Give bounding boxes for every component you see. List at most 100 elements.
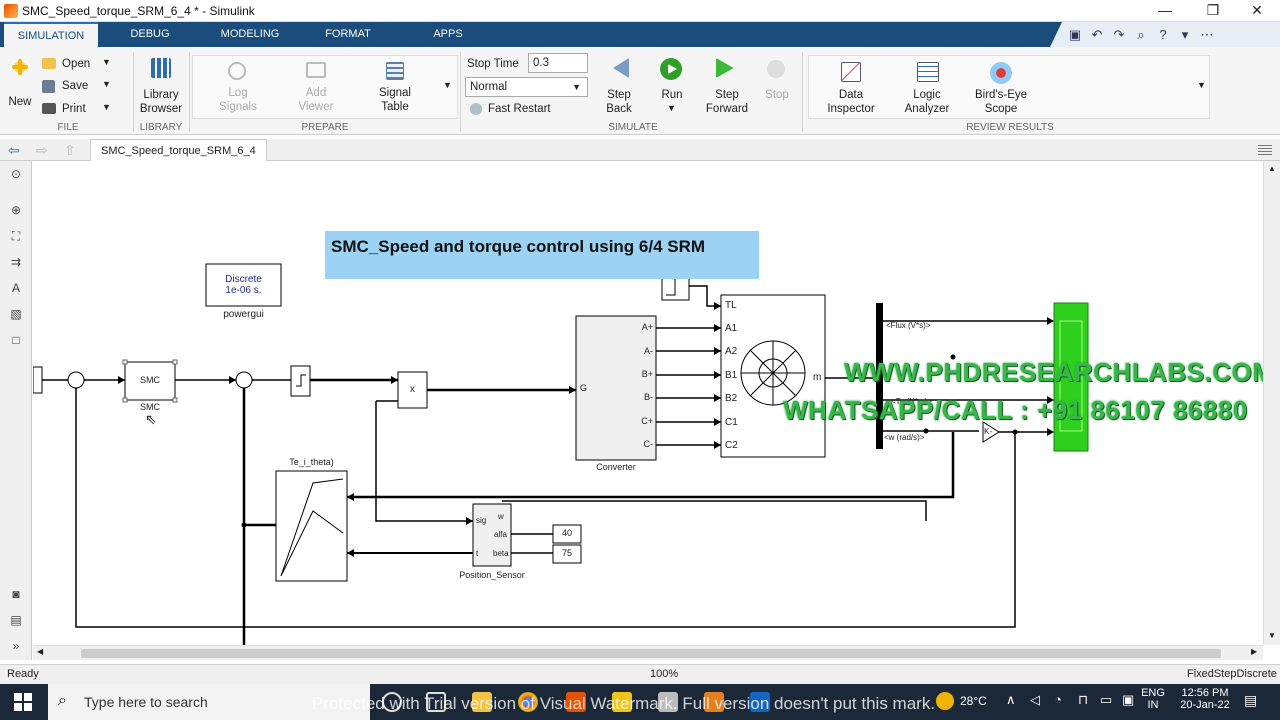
folder-icon	[42, 58, 56, 69]
simulation-mode-select[interactable]: Normal ▼	[465, 77, 588, 97]
minimize-button[interactable]: —	[1142, 0, 1188, 22]
log-signals-icon	[228, 62, 246, 80]
model-tab[interactable]: SMC_Speed_torque_SRM_6_4	[90, 139, 267, 161]
temperature: 28°C	[960, 694, 987, 708]
tab-apps[interactable]: APPS	[420, 22, 476, 47]
log-signals-button[interactable]: Log Signals	[213, 60, 263, 116]
horizontal-scroll-thumb[interactable]	[81, 649, 1221, 658]
open-button[interactable]: Open ▼	[40, 55, 115, 73]
new-button[interactable]: New	[6, 55, 34, 115]
model-canvas[interactable]: SMC_Speed and torque control using 6/4 S…	[33, 161, 1263, 645]
bus-label-flux: <Flux (V*s)>	[886, 321, 931, 330]
library-browser-button[interactable]: Library Browser	[140, 55, 182, 117]
group-label-prepare: PREPARE	[301, 122, 349, 133]
scroll-down-icon: ▼	[1268, 631, 1276, 640]
redo-icon[interactable]: ↷	[1108, 22, 1130, 47]
review-expand-icon[interactable]: ▼	[1197, 80, 1206, 90]
status-bar: Ready 100% FixedStepDiscrete	[0, 664, 1280, 684]
expand-icon[interactable]: »	[9, 639, 23, 653]
sum-block-1	[67, 371, 85, 389]
tray-chevron-icon[interactable]: ∧	[1006, 692, 1016, 708]
network-icon[interactable]: ◔	[1054, 692, 1062, 707]
vertical-scrollbar[interactable]: ▲ ▼	[1263, 161, 1280, 645]
disk-icon	[42, 80, 55, 93]
run-button[interactable]: Run ▼	[652, 58, 692, 118]
tab-modeling[interactable]: MODELING	[210, 22, 290, 47]
fit-view-icon[interactable]: ⛶	[9, 229, 23, 243]
bus-label-w: <w (rad/s)>	[884, 433, 925, 442]
prepare-gallery: Log Signals Add Viewer Signal Table ▼	[192, 55, 458, 119]
tab-simulation[interactable]: SIMULATION	[4, 22, 98, 47]
data-inspector-button[interactable]: Data Inspector	[821, 60, 881, 116]
zoom-icon[interactable]: ⊕	[9, 203, 23, 217]
converter-label: Converter	[596, 462, 636, 472]
simulink-app-icon	[4, 4, 18, 18]
tab-debug[interactable]: DEBUG	[110, 22, 190, 47]
group-label-review: REVIEW RESULTS	[966, 122, 1054, 133]
weather-icon[interactable]	[936, 692, 954, 710]
status-solver[interactable]: FixedStepDiscrete	[1187, 668, 1277, 680]
help-icon[interactable]: ?	[1152, 22, 1174, 47]
options-icon[interactable]: ⋯	[1196, 22, 1218, 47]
position-sensor-label: Position_Sensor	[459, 570, 525, 580]
birds-eye-scope-icon	[990, 62, 1012, 84]
birds-eye-scope-button[interactable]: Bird's-Eye Scope	[969, 60, 1033, 116]
undo-icon[interactable]: ↶	[1086, 22, 1108, 47]
tab-format[interactable]: FORMAT	[310, 22, 386, 47]
printer-icon	[42, 103, 56, 114]
status-zoom[interactable]: 100%	[650, 668, 678, 680]
sum-block-2	[235, 371, 253, 389]
hide-explorer-icon[interactable]	[1258, 143, 1272, 155]
stop-time-input[interactable]: 0.3	[528, 53, 588, 73]
save-button[interactable]: Save ▼	[40, 77, 115, 95]
windows-start-icon[interactable]	[14, 693, 32, 711]
add-viewer-button[interactable]: Add Viewer	[293, 60, 339, 116]
search-icon[interactable]: ⌕	[1130, 22, 1152, 47]
property-icon[interactable]: ▤	[9, 613, 23, 627]
language-indicator[interactable]: ENG IN	[1140, 687, 1166, 711]
title-bar: SMC_Speed_torque_SRM_6_4 * - Simulink — …	[0, 0, 1280, 22]
data-inspector-icon	[841, 62, 861, 82]
up-arrow-icon[interactable]: ⇧	[64, 142, 76, 159]
screenshot-icon[interactable]: ◙	[9, 587, 23, 601]
logic-analyzer-button[interactable]: Logic Analyzer	[897, 60, 957, 116]
scroll-right-icon: ▶	[1251, 647, 1258, 656]
print-button[interactable]: Print ▼	[40, 100, 115, 118]
volume-icon[interactable]: ◁	[1030, 692, 1040, 708]
watermark-website: WWW.PHDRESEARCHLABS.COM	[844, 357, 1263, 387]
stop-icon	[767, 60, 785, 78]
status-ready: Ready	[7, 668, 39, 680]
smc-block-label: SMC	[140, 375, 160, 385]
monitor-icon[interactable]: ▣	[1122, 692, 1134, 708]
step-forward-button[interactable]: Step Forward	[702, 58, 752, 118]
signal-table-icon	[386, 62, 404, 80]
collapse-icon[interactable]: ▾	[1174, 22, 1196, 47]
image-icon[interactable]: ▧	[9, 307, 23, 321]
back-arrow-icon[interactable]: ⇦	[8, 142, 20, 159]
forward-arrow-icon[interactable]: ⇨	[36, 142, 48, 159]
lookup-table-label: Te_i_theta)	[289, 457, 334, 467]
prepare-expand-icon[interactable]: ▼	[443, 80, 452, 90]
fast-restart-toggle[interactable]: Fast Restart	[468, 101, 588, 117]
horizontal-scrollbar[interactable]: ◀ ▶	[33, 645, 1263, 660]
notification-icon[interactable]: ▤	[1244, 692, 1257, 709]
maximize-button[interactable]: ❐	[1190, 0, 1236, 22]
battery-icon[interactable]: ▭	[1100, 692, 1112, 708]
hide-palette-icon[interactable]: ⊙	[9, 167, 23, 181]
step-back-button[interactable]: Step Back	[598, 58, 640, 118]
save-icon[interactable]: ▣	[1064, 22, 1086, 47]
close-button[interactable]: ✕	[1234, 0, 1280, 22]
fast-restart-icon	[470, 103, 482, 115]
ribbon-tab-bar: SIMULATION DEBUG MODELING FORMAT APPS ▣ ↶…	[0, 22, 1280, 47]
area-icon[interactable]: □	[9, 333, 23, 347]
signal-table-button[interactable]: Signal Table	[371, 60, 419, 116]
clock[interactable]: 12:56 PM 20-Jan-22	[1172, 687, 1238, 711]
model-title-annotation[interactable]: SMC_Speed and torque control using 6/4 S…	[325, 231, 759, 279]
arrow-icon[interactable]: ⇉	[9, 255, 23, 269]
usb-icon[interactable]: ⊓	[1078, 692, 1088, 708]
annotation-icon[interactable]: A	[9, 281, 23, 295]
stop-button[interactable]: Stop	[760, 58, 794, 118]
gain-label: K-	[984, 427, 992, 436]
logic-analyzer-icon	[917, 62, 939, 82]
product-label: x	[410, 384, 415, 395]
